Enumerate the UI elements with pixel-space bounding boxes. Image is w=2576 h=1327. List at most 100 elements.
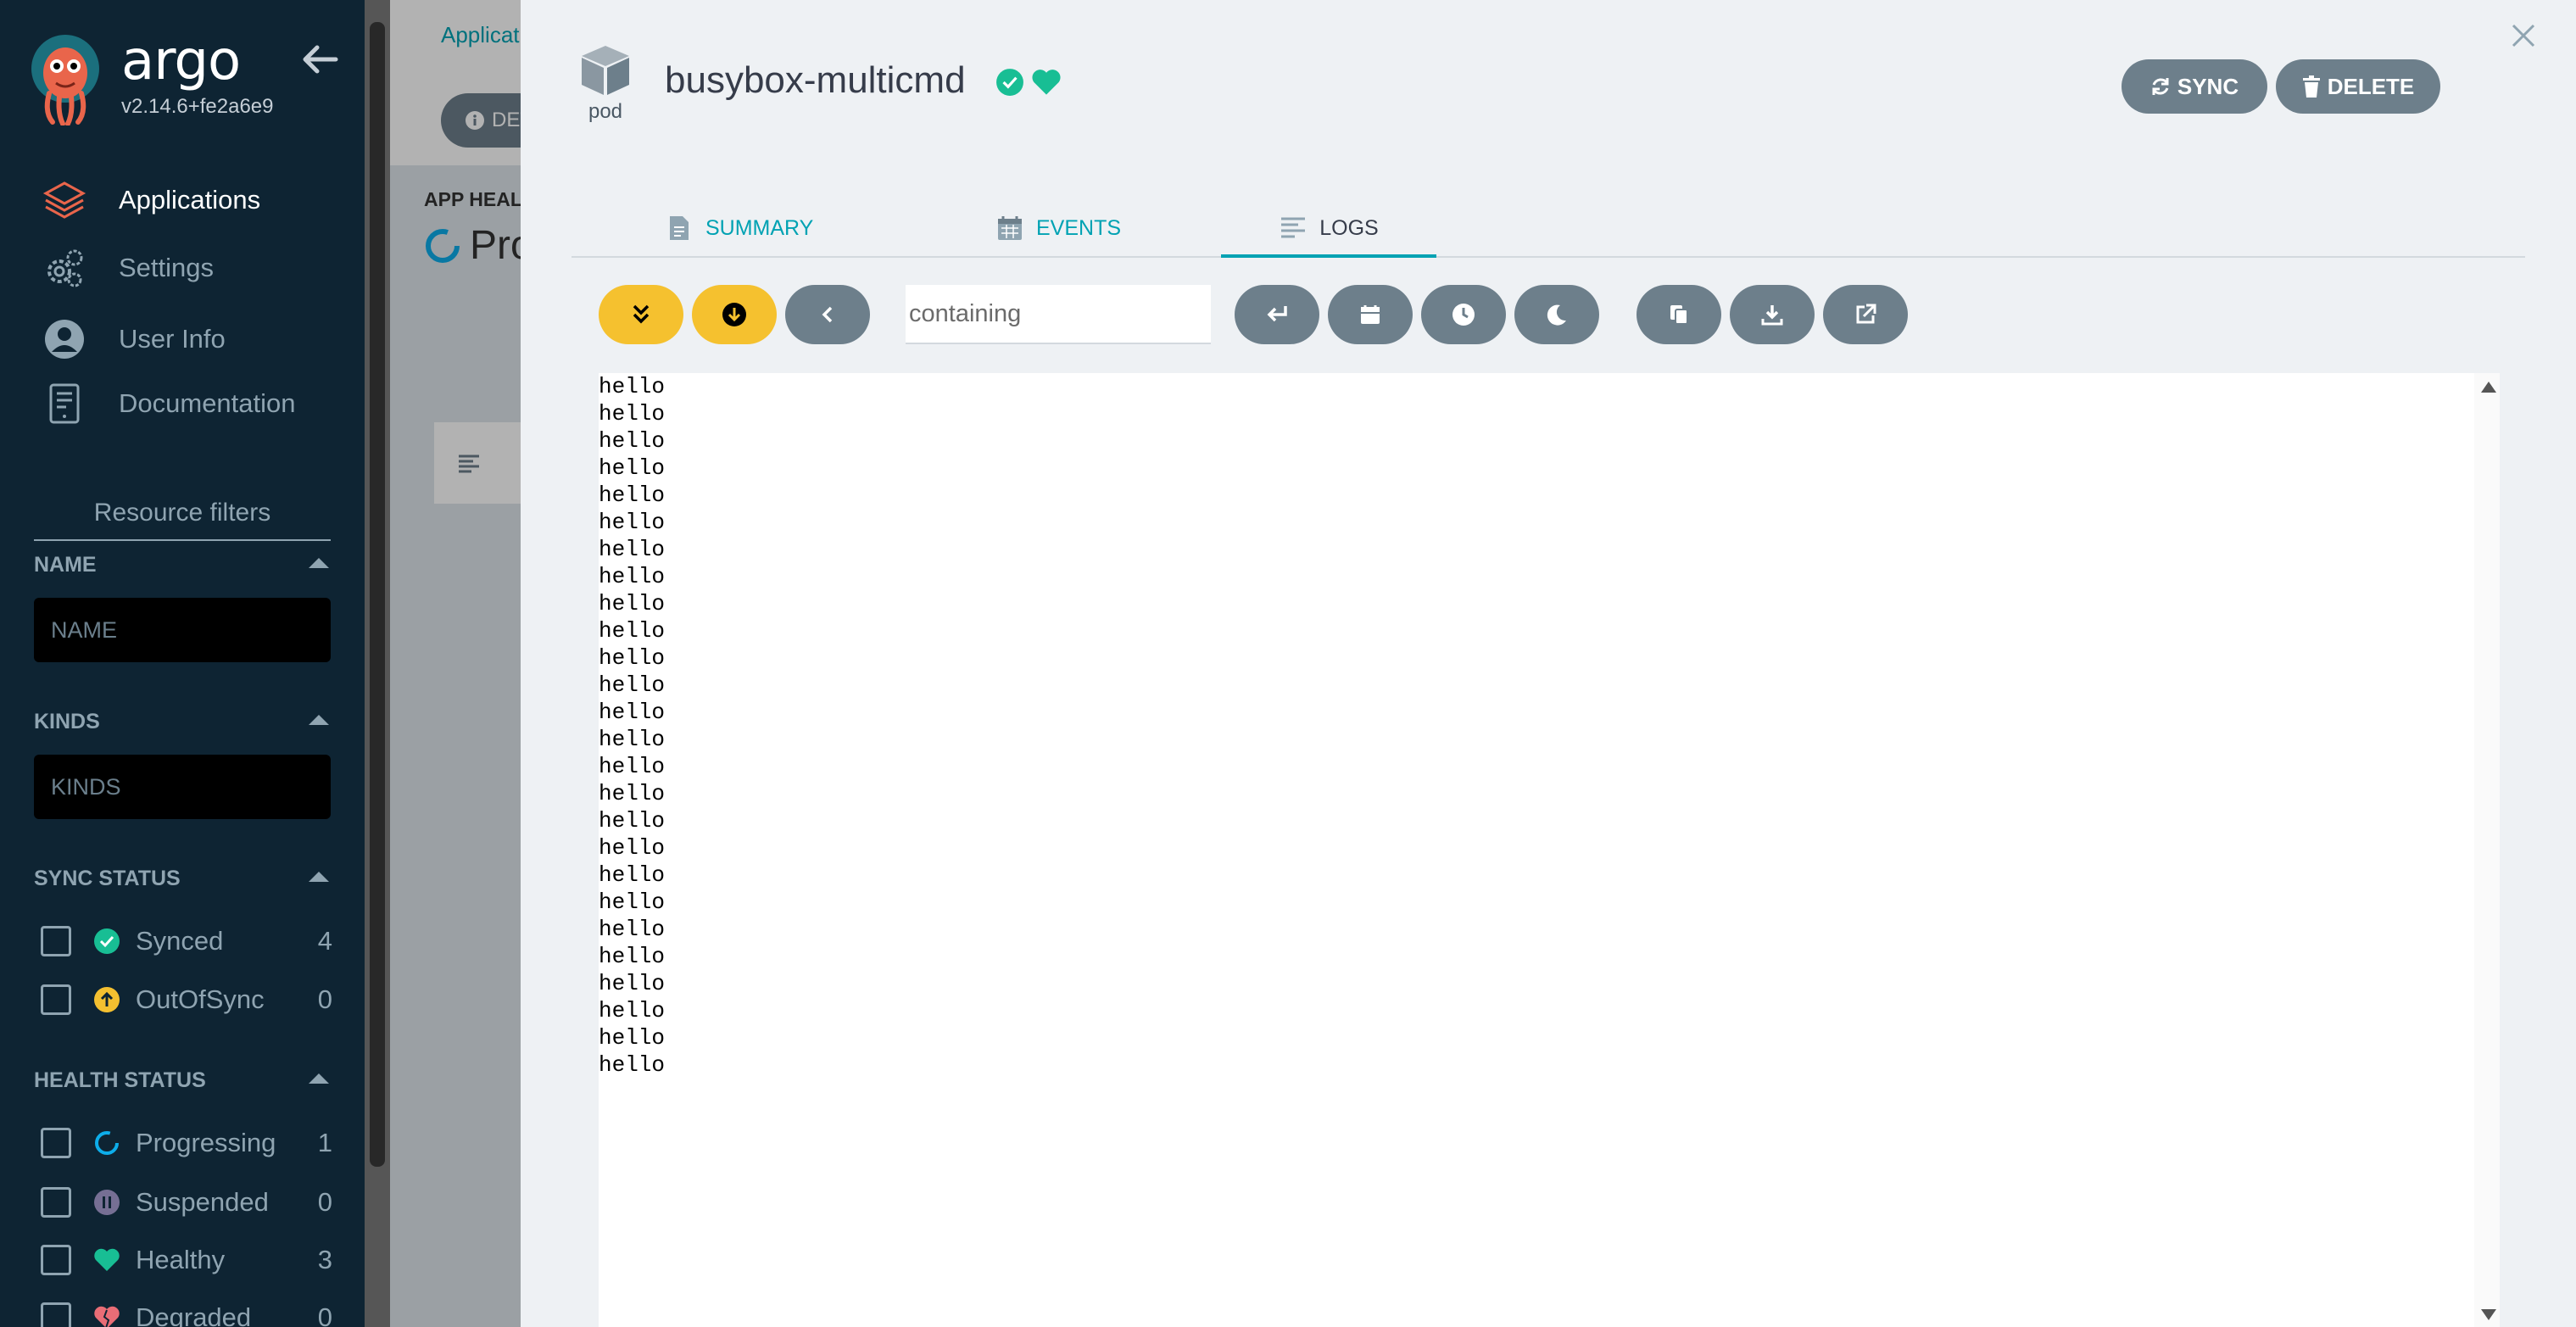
cube-icon <box>582 46 629 95</box>
filter-label: Healthy <box>136 1245 226 1274</box>
log-line: hello <box>599 727 666 752</box>
log-line: hello <box>599 401 666 427</box>
book-icon <box>41 380 88 427</box>
external-link-icon <box>1856 304 1876 324</box>
checkbox[interactable] <box>41 984 71 1015</box>
log-line: hello <box>599 455 666 481</box>
kinds-filter-input[interactable] <box>34 755 331 819</box>
version-label: v2.14.6+fe2a6e9 <box>121 95 274 118</box>
scroll-down-arrow-icon[interactable] <box>2481 1309 2496 1320</box>
sync-button[interactable]: SYNC <box>2122 59 2267 114</box>
health-status-title: HEALTH STATUS <box>34 1068 206 1092</box>
broken-heart-icon <box>93 1304 120 1327</box>
follow-logs-button[interactable] <box>599 285 683 344</box>
log-line: hello <box>599 537 666 562</box>
sync-label: SYNC <box>2177 73 2239 99</box>
filter-progressing[interactable]: Progressing 1 <box>41 1122 332 1164</box>
filter-suspended[interactable]: Suspended 0 <box>41 1181 332 1224</box>
name-filter-input[interactable] <box>34 598 331 662</box>
resource-kind-label: pod <box>588 100 623 123</box>
lines-icon <box>1279 214 1308 243</box>
pause-circle-icon <box>93 1189 120 1216</box>
log-line: hello <box>599 1052 666 1078</box>
download-logs-button[interactable] <box>1730 285 1815 344</box>
calendar-icon <box>1361 305 1380 324</box>
close-icon[interactable] <box>2506 19 2540 53</box>
delete-label: DELETE <box>2327 73 2415 99</box>
log-line: hello <box>599 781 666 806</box>
checkbox[interactable] <box>41 1187 71 1218</box>
nav-label: User Info <box>119 324 226 354</box>
nav-documentation[interactable]: Documentation <box>41 378 296 429</box>
download-icon <box>1761 305 1783 326</box>
wrap-lines-button[interactable] <box>1235 285 1319 344</box>
tab-label: LOGS <box>1319 215 1379 240</box>
log-line: hello <box>599 754 666 779</box>
tab-logs[interactable]: LOGS <box>1221 202 1436 258</box>
since-time-button[interactable] <box>1421 285 1506 344</box>
kinds-filter-title: KINDS <box>34 710 100 733</box>
nav-applications[interactable]: Applications <box>41 175 260 226</box>
log-line: hello <box>599 862 666 888</box>
log-line: hello <box>599 645 666 671</box>
filter-count: 4 <box>317 926 332 956</box>
double-chevron-down-icon <box>633 304 650 324</box>
log-line: hello <box>599 1025 666 1051</box>
filter-degraded[interactable]: Degraded 0 <box>41 1296 332 1327</box>
collapse-sidebar-arrow-icon[interactable] <box>302 41 339 78</box>
synced-check-icon <box>996 69 1023 96</box>
nav-label: Settings <box>119 253 215 282</box>
previous-button[interactable] <box>785 285 870 344</box>
open-in-new-tab-button[interactable] <box>1823 285 1908 344</box>
delete-button[interactable]: DELETE <box>2276 59 2440 114</box>
filter-outofsync[interactable]: OutOfSync 0 <box>41 979 332 1021</box>
tab-summary[interactable]: SUMMARY <box>665 202 813 254</box>
argo-logo-icon <box>31 35 99 125</box>
user-circle-icon <box>41 315 88 363</box>
trash-icon <box>2302 75 2320 98</box>
collapse-caret-icon[interactable] <box>309 715 329 725</box>
log-line: hello <box>599 889 666 915</box>
filter-label: Progressing <box>136 1128 276 1157</box>
log-line: hello <box>599 510 666 535</box>
log-line: hello <box>599 917 666 942</box>
show-timestamps-button[interactable] <box>1328 285 1413 344</box>
sidebar: argo v2.14.6+fe2a6e9 Applications Settin… <box>0 0 365 1327</box>
heart-icon <box>93 1246 120 1274</box>
checkbox[interactable] <box>41 1128 71 1158</box>
log-lines: hello hello hello hello hello hello hello hello… <box>599 373 665 1079</box>
scroll-up-arrow-icon[interactable] <box>2481 382 2496 393</box>
brand-name: argo <box>121 30 241 92</box>
filter-label: Suspended <box>136 1187 269 1217</box>
sync-icon <box>2152 78 2169 95</box>
tab-events[interactable]: EVENTS <box>995 202 1121 254</box>
log-scrollbar[interactable] <box>2474 373 2500 1327</box>
chevron-left-icon <box>822 306 833 323</box>
resource-title: busybox-multicmd <box>665 59 966 101</box>
log-line: hello <box>599 835 666 861</box>
log-filter-input[interactable] <box>906 285 1211 344</box>
nav-user-info[interactable]: User Info <box>41 314 226 365</box>
checkbox[interactable] <box>41 1302 71 1327</box>
scroll-to-bottom-button[interactable] <box>692 285 777 344</box>
log-line: hello <box>599 944 666 969</box>
log-viewer[interactable]: hello hello hello hello hello hello hello hello… <box>599 373 2474 1327</box>
copy-icon <box>1670 305 1688 325</box>
checkbox[interactable] <box>41 926 71 956</box>
filter-healthy[interactable]: Healthy 3 <box>41 1239 332 1281</box>
tab-label: EVENTS <box>1036 215 1122 240</box>
arrow-circle-down-icon <box>722 303 746 326</box>
moon-icon <box>1547 304 1566 326</box>
healthy-heart-icon <box>1032 70 1061 95</box>
clock-icon <box>1452 304 1475 326</box>
filter-count: 0 <box>317 984 332 1014</box>
log-line: hello <box>599 618 666 644</box>
filter-synced[interactable]: Synced 4 <box>41 920 332 962</box>
copy-logs-button[interactable] <box>1636 285 1721 344</box>
dark-mode-button[interactable] <box>1514 285 1599 344</box>
collapse-caret-icon[interactable] <box>309 558 329 568</box>
collapse-caret-icon[interactable] <box>309 872 329 882</box>
nav-settings[interactable]: Settings <box>41 243 214 293</box>
checkbox[interactable] <box>41 1245 71 1275</box>
collapse-caret-icon[interactable] <box>309 1073 329 1084</box>
